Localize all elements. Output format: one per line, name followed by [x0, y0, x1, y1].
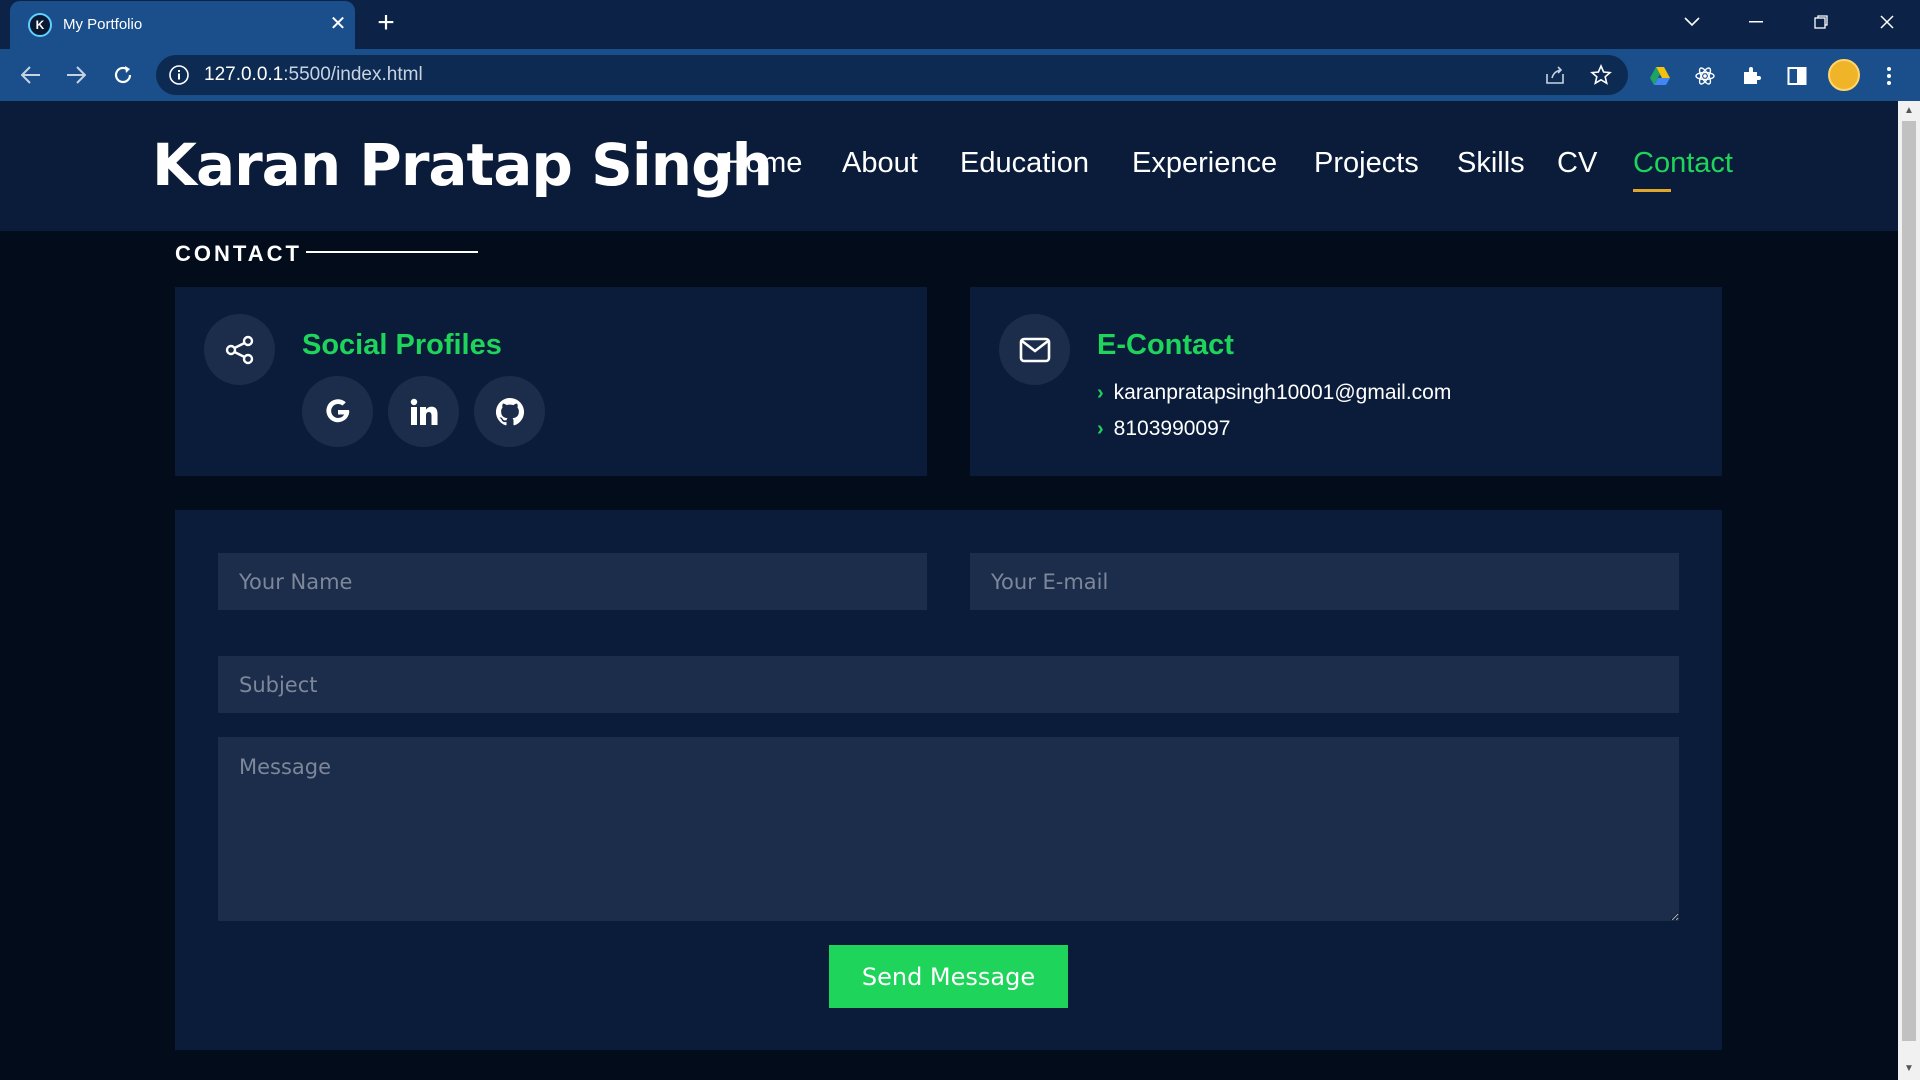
- contact-form: Send Message: [175, 510, 1722, 1050]
- drive-extension-icon[interactable]: [1645, 61, 1675, 91]
- page-scrollbar[interactable]: ▲ ▼: [1898, 101, 1920, 1080]
- message-textarea[interactable]: [218, 737, 1679, 921]
- econtact-title: E-Contact: [1097, 329, 1234, 361]
- scroll-up-icon[interactable]: ▲: [1903, 105, 1915, 116]
- restore-icon[interactable]: [1797, 4, 1845, 40]
- nav-home[interactable]: Home: [725, 147, 802, 180]
- section-title: CONTACT: [175, 241, 302, 266]
- browser-toolbar: 127.0.0.1:5500/index.html: [0, 49, 1920, 101]
- share-icon: [204, 314, 275, 385]
- github-icon[interactable]: [474, 376, 545, 447]
- react-devtools-icon[interactable]: [1690, 61, 1720, 91]
- back-icon[interactable]: [14, 59, 48, 91]
- site-info-icon[interactable]: [168, 64, 190, 86]
- name-input[interactable]: [218, 553, 927, 610]
- forward-icon[interactable]: [59, 59, 93, 91]
- nav-skills[interactable]: Skills: [1457, 147, 1525, 180]
- econtact-card: E-Contact › karanpratapsingh10001@gmail.c…: [970, 287, 1722, 476]
- profile-avatar[interactable]: [1828, 59, 1860, 91]
- browser-tab[interactable]: K My Portfolio ✕: [10, 1, 355, 49]
- url-path: :5500/index.html: [283, 64, 423, 85]
- phone-value[interactable]: 8103990097: [1114, 417, 1231, 440]
- send-message-button[interactable]: Send Message: [829, 945, 1068, 1008]
- url-text: 127.0.0.1:5500/index.html: [204, 64, 423, 86]
- share-page-icon[interactable]: [1540, 60, 1570, 90]
- nav-education[interactable]: Education: [960, 147, 1089, 180]
- more-menu-icon[interactable]: [1874, 61, 1904, 91]
- extensions-puzzle-icon[interactable]: [1737, 61, 1767, 91]
- mail-icon: [999, 314, 1070, 385]
- side-panel-icon[interactable]: [1782, 61, 1812, 91]
- tab-title: My Portfolio: [63, 16, 143, 33]
- email-line: › karanpratapsingh10001@gmail.com: [1097, 381, 1451, 405]
- address-bar[interactable]: 127.0.0.1:5500/index.html: [156, 55, 1628, 95]
- favicon-icon: K: [28, 13, 52, 37]
- email-value[interactable]: karanpratapsingh10001@gmail.com: [1114, 381, 1452, 404]
- new-tab-icon[interactable]: +: [370, 8, 402, 40]
- phone-line: › 8103990097: [1097, 417, 1230, 441]
- social-profiles-card: Social Profiles: [175, 287, 927, 476]
- url-host: 127.0.0.1: [204, 64, 284, 85]
- tab-close-icon[interactable]: ✕: [324, 10, 352, 38]
- site-brand[interactable]: Karan Pratap Singh: [152, 131, 773, 199]
- nav-about[interactable]: About: [842, 147, 918, 180]
- reload-icon[interactable]: [106, 59, 140, 91]
- minimize-icon[interactable]: [1732, 4, 1780, 40]
- tab-search-icon[interactable]: [1668, 4, 1716, 40]
- bookmark-star-icon[interactable]: [1586, 60, 1616, 90]
- chevron-right-icon: ›: [1097, 418, 1104, 440]
- page-viewport: Karan Pratap Singh Home About Education …: [0, 101, 1898, 1080]
- subject-input[interactable]: [218, 656, 1679, 713]
- close-window-icon[interactable]: [1863, 4, 1911, 40]
- scroll-down-icon[interactable]: ▼: [1903, 1063, 1915, 1074]
- nav-projects[interactable]: Projects: [1314, 147, 1419, 180]
- section-title-divider: [306, 251, 478, 253]
- google-icon[interactable]: [302, 376, 373, 447]
- nav-experience[interactable]: Experience: [1132, 147, 1277, 180]
- browser-tab-bar: K My Portfolio ✕ +: [0, 0, 1920, 49]
- nav-cv[interactable]: CV: [1557, 147, 1597, 180]
- social-profiles-title: Social Profiles: [302, 329, 502, 361]
- chevron-right-icon: ›: [1097, 382, 1104, 404]
- site-header: Karan Pratap Singh Home About Education …: [0, 101, 1898, 231]
- email-input[interactable]: [970, 553, 1679, 610]
- nav-contact[interactable]: Contact: [1633, 147, 1733, 180]
- active-nav-underline: [1633, 189, 1671, 192]
- scrollbar-thumb[interactable]: [1902, 121, 1916, 1041]
- linkedin-icon[interactable]: [388, 376, 459, 447]
